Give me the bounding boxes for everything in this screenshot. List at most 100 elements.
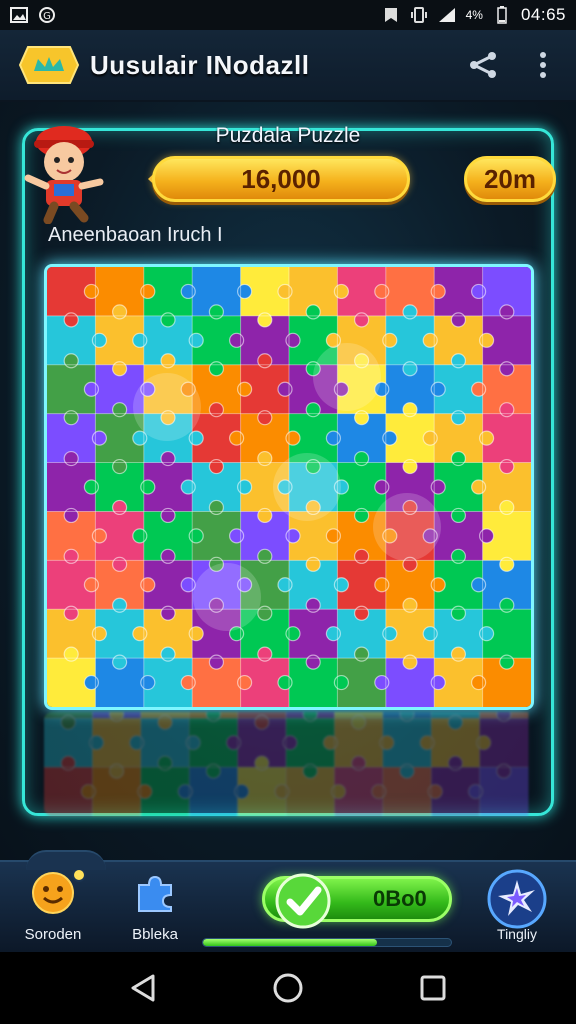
puzzle-piece-icon — [130, 868, 180, 918]
home-button[interactable] — [268, 968, 308, 1008]
app-title: Uusulair INodazll — [90, 49, 310, 80]
piece-knob — [257, 548, 273, 564]
piece-knob — [354, 605, 370, 621]
piece-knob — [208, 499, 224, 516]
piece-knob — [226, 735, 242, 751]
piece-knob — [277, 674, 293, 691]
piece-knob — [132, 626, 148, 642]
piece-knob — [237, 674, 253, 691]
piece-knob — [208, 304, 224, 320]
piece-knob — [208, 402, 224, 418]
piece-knob — [351, 714, 367, 730]
timer-display[interactable]: 20m — [464, 156, 556, 202]
piece-knob — [479, 528, 495, 544]
piece-knob — [450, 450, 466, 467]
piece-knob — [450, 646, 466, 662]
piece-knob — [180, 577, 196, 593]
svg-text:G: G — [43, 11, 51, 22]
piece-knob — [479, 332, 495, 348]
piece-knob — [499, 402, 515, 418]
share-button[interactable] — [466, 48, 500, 82]
piece-knob — [229, 430, 245, 446]
piece-knob — [83, 381, 100, 397]
tab-indicator — [26, 850, 106, 870]
piece-knob — [108, 712, 125, 722]
piece-knob — [471, 381, 487, 397]
piece-knob — [499, 304, 515, 320]
share-icon — [470, 52, 496, 78]
more-options-button[interactable] — [526, 48, 560, 82]
piece-knob — [277, 577, 293, 593]
recents-button[interactable] — [413, 968, 453, 1008]
piece-knob — [157, 755, 173, 771]
piece-knob — [63, 410, 79, 426]
checkmark-icon — [275, 873, 331, 929]
vibrate-icon — [410, 6, 428, 24]
piece-knob — [208, 654, 224, 670]
crown-logo-icon — [18, 45, 80, 85]
nav-label: Soroden — [24, 926, 82, 943]
piece-knob — [237, 479, 253, 495]
piece-knob — [382, 332, 398, 348]
piece-knob — [83, 577, 100, 593]
piece-knob — [257, 353, 273, 369]
back-button[interactable] — [123, 968, 163, 1008]
piece-knob — [63, 548, 79, 564]
piece-knob — [111, 361, 128, 377]
piece-knob — [60, 714, 76, 730]
piece-knob — [499, 556, 515, 572]
piece-knob — [111, 499, 128, 516]
piece-knob — [422, 430, 438, 446]
piece-knob — [354, 410, 370, 426]
piece-knob — [88, 735, 105, 751]
piece-knob — [129, 735, 145, 751]
piece-knob — [188, 528, 204, 544]
puzzle-grid[interactable] — [47, 267, 531, 707]
piece-knob — [447, 755, 463, 771]
piece-knob — [91, 430, 108, 446]
piece-knob — [422, 626, 438, 642]
piece-knob — [208, 361, 224, 377]
tingly-button[interactable]: Tingliy — [484, 868, 550, 942]
piece-knob — [160, 353, 176, 369]
piece-knob — [382, 626, 398, 642]
piece-knob — [257, 605, 273, 621]
piece-knob — [402, 402, 418, 418]
nav-item-soroden[interactable]: Soroden — [10, 868, 96, 943]
piece-knob — [237, 283, 253, 300]
puzzle-board[interactable] — [44, 264, 534, 710]
image-icon — [10, 6, 28, 24]
piece-knob — [285, 430, 301, 446]
piece-knob — [257, 450, 273, 467]
piece-knob — [354, 548, 370, 564]
board-highlight — [273, 453, 341, 521]
piece-knob — [180, 674, 196, 691]
status-time: 04:65 — [520, 5, 566, 24]
piece-knob — [188, 626, 204, 642]
back-triangle-icon — [131, 974, 155, 1002]
piece-knob — [83, 283, 100, 300]
piece-knob — [379, 735, 395, 751]
nav-item-bbleka[interactable]: Bbleka — [112, 868, 198, 943]
piece-knob — [188, 430, 204, 446]
piece-knob — [450, 548, 466, 564]
piece-knob — [471, 674, 487, 691]
piece-knob — [257, 410, 273, 426]
piece-knob — [205, 763, 221, 779]
level-subtitle: Aneenbaoan Iruch I — [48, 224, 223, 246]
score-display: 16,000 — [152, 156, 410, 202]
piece-knob — [402, 458, 418, 475]
piece-knob — [160, 450, 176, 467]
piece-knob — [180, 479, 196, 495]
piece-knob — [91, 528, 108, 544]
piece-knob — [499, 361, 515, 377]
piece-knob — [471, 283, 487, 300]
piece-knob — [111, 458, 128, 475]
piece-knob — [354, 450, 370, 467]
piece-knob — [496, 763, 512, 779]
check-button[interactable]: 0Bo0 — [262, 873, 452, 929]
piece-knob — [160, 605, 176, 621]
piece-knob — [63, 353, 79, 369]
piece-knob — [140, 479, 156, 495]
piece-knob — [180, 283, 196, 300]
